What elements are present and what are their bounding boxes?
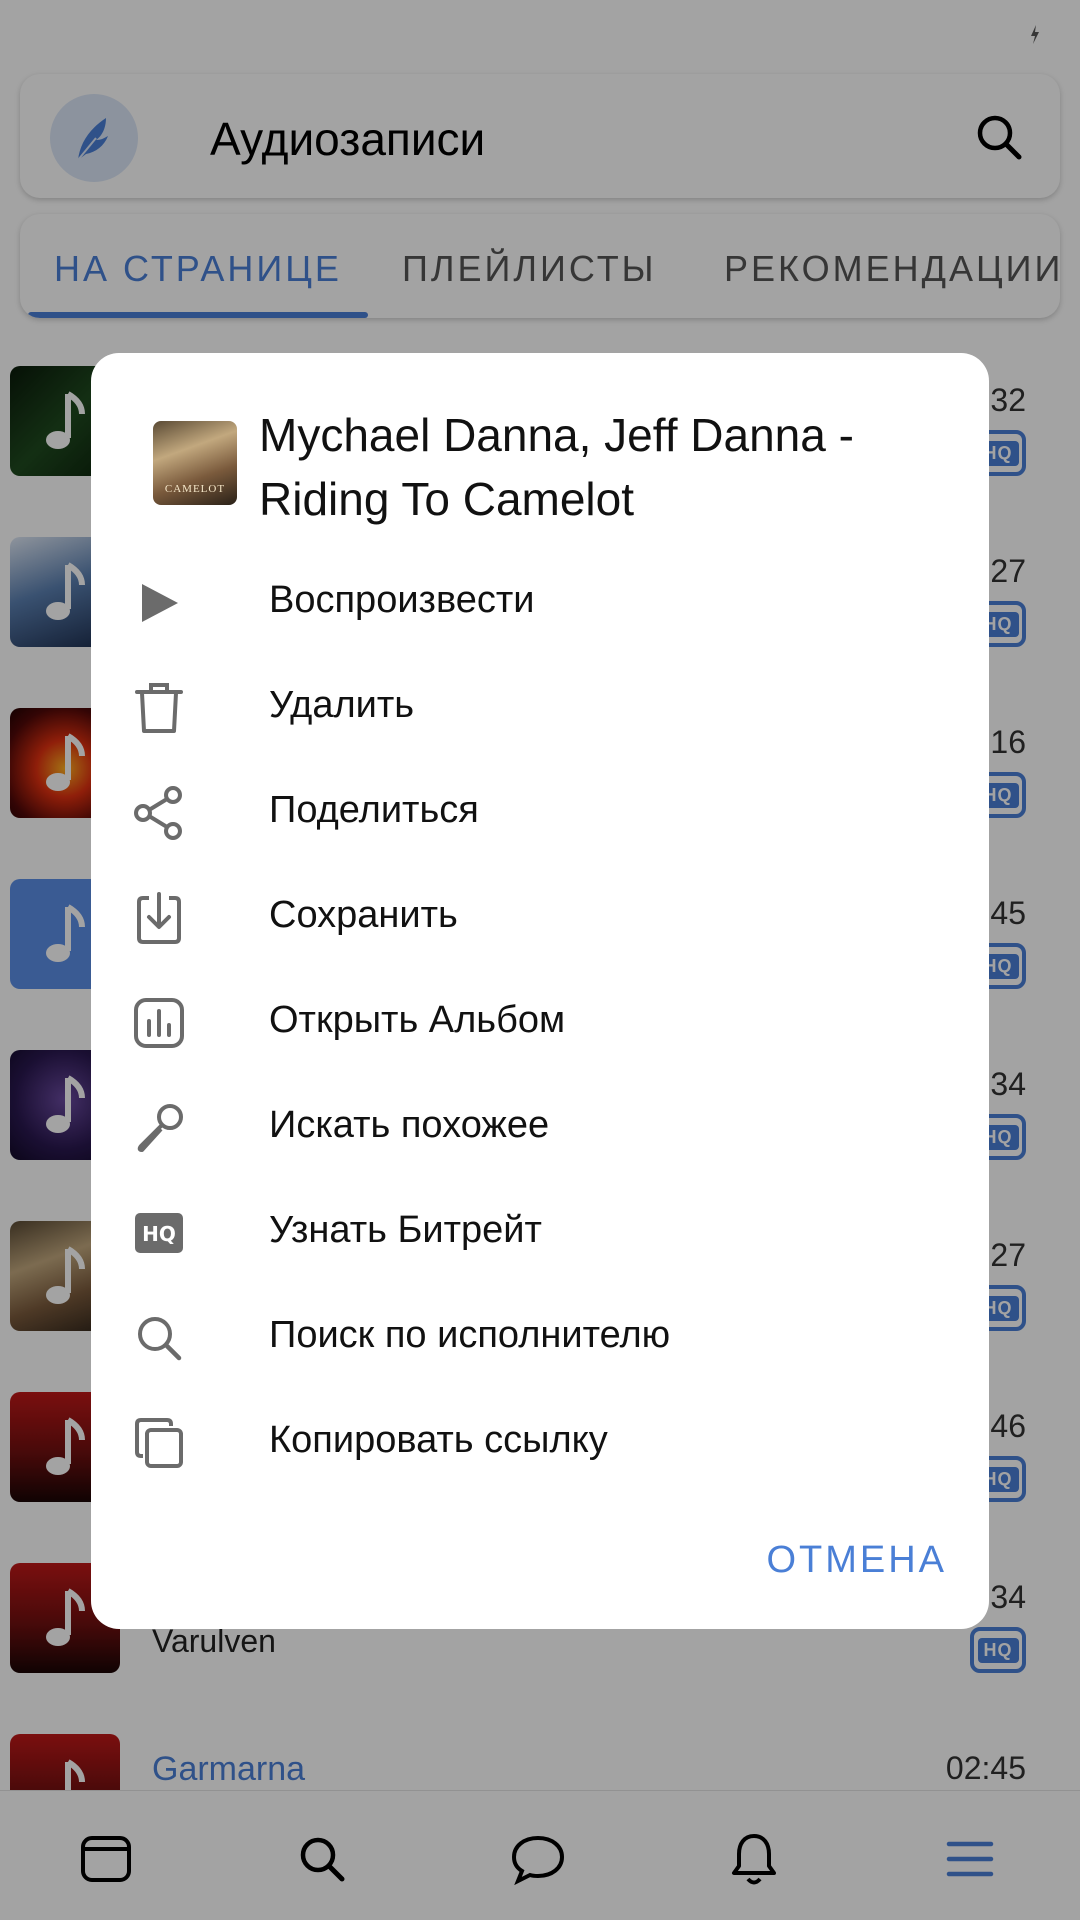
menu-label: Сохранить — [269, 894, 458, 936]
share-icon — [131, 785, 187, 841]
menu-label: Искать похожее — [269, 1104, 550, 1146]
menu-label: Воспроизвести — [269, 579, 535, 621]
search-icon — [131, 1310, 187, 1366]
menu-item-delete[interactable]: Удалить — [131, 658, 949, 754]
menu-item-find-similar[interactable]: Искать похожее — [131, 1078, 949, 1174]
track-cover-text: CAMELOT — [164, 483, 226, 495]
menu-label: Поиск по исполнителю — [269, 1314, 671, 1356]
album-icon — [131, 995, 187, 1051]
hq-icon: HQ — [131, 1205, 187, 1261]
menu-item-copy-link[interactable]: Копировать ссылку — [131, 1393, 949, 1489]
play-icon — [131, 575, 187, 631]
dialog-title: Mychael Danna, Jeff Danna - Riding To Ca… — [259, 409, 854, 525]
track-actions-dialog: CAMELOT Mychael Danna, Jeff Danna - Ridi… — [91, 353, 989, 1629]
menu-item-play[interactable]: Воспроизвести — [131, 553, 949, 649]
download-icon — [131, 890, 187, 946]
menu-item-save[interactable]: Сохранить — [131, 868, 949, 964]
menu-label: Поделиться — [269, 789, 479, 831]
menu-item-share[interactable]: Поделиться — [131, 763, 949, 859]
copy-icon — [131, 1415, 187, 1471]
menu-label: Копировать ссылку — [269, 1419, 608, 1461]
menu-label: Узнать Битрейт — [269, 1209, 542, 1251]
cancel-button[interactable]: ОТМЕНА — [766, 1539, 947, 1582]
svg-text:HQ: HQ — [142, 1222, 176, 1246]
trash-icon — [131, 680, 187, 736]
menu-item-search-artist[interactable]: Поиск по исполнителю — [131, 1288, 949, 1384]
menu-label: Открыть Альбом — [269, 999, 566, 1041]
menu-item-bitrate[interactable]: HQ Узнать Битрейт — [131, 1183, 949, 1279]
menu-item-open-album[interactable]: Открыть Альбом — [131, 973, 949, 1069]
microphone-icon — [131, 1100, 187, 1156]
menu-label: Удалить — [269, 684, 415, 726]
screen: 00:49:01 0.13 KB/S x 81 % Аудиозаписи НА… — [0, 0, 1080, 1920]
track-cover: CAMELOT — [153, 421, 237, 505]
